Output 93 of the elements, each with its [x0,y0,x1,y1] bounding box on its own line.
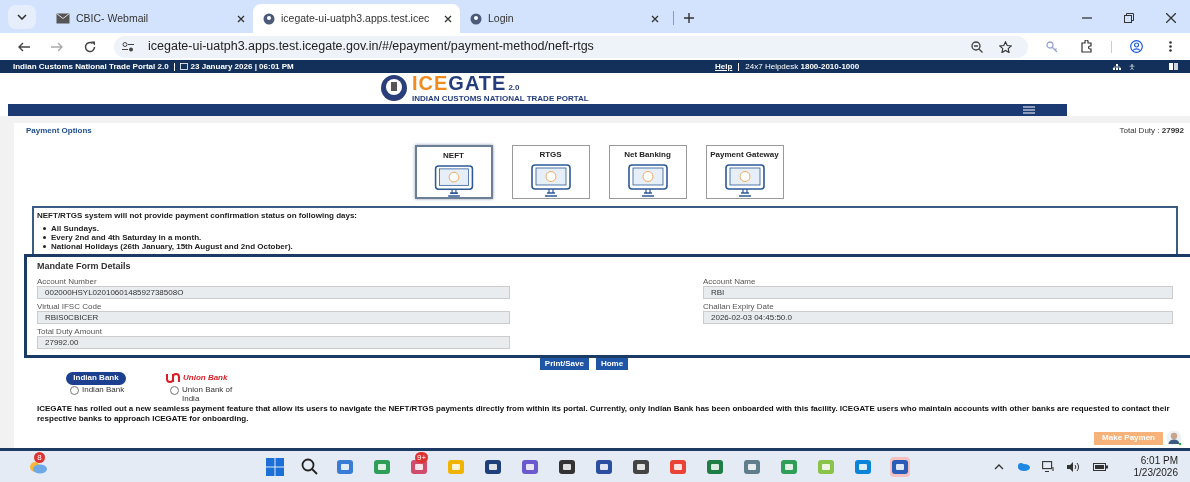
sitemap-icon[interactable] [1113,63,1121,70]
app-icon[interactable] [891,457,909,476]
app-icon[interactable] [558,457,576,476]
zoom-icon[interactable] [971,40,983,53]
info-paragraph: ICEGATE has rolled out a new seamless payment feature that allow its users to navigate the NEFT/RTGS payments directly from within its portal. Currently, only Indian Bank has been onboarded with this facility. ICEGATE users who maintain accounts with other banks are requested to contact their respective banks to approach ICEGATE for onboarding. [37,403,1170,424]
bank-logo-text: Union Bank [183,372,228,384]
menu-icon[interactable] [1023,106,1035,114]
browser-tab[interactable]: Login [460,4,667,33]
notification-badge: 9+ [415,451,429,463]
total-duty: Total Duty : 27992 [1119,125,1184,137]
field-label: Virtual IFSC Code [37,301,103,311]
text-field[interactable]: RBIS0CBICER [37,310,510,324]
notice-item: All Sundays. [51,222,99,233]
radio-button[interactable] [70,385,79,395]
notice-item: Every 2nd and 4th Saturday in a month. [51,232,202,242]
payment-option-tile[interactable]: RTGS [511,145,590,199]
battery-icon[interactable] [1092,462,1108,471]
notice-item: National Holidays (26th January, 15th August and 2nd October). [51,241,293,253]
monitor-icon [724,164,765,197]
portal-name: Indian Customs National Trade Portal 2.0 [13,60,169,73]
reload-icon[interactable] [84,40,96,53]
monitor-icon [433,165,474,197]
profile-icon[interactable] [1130,40,1143,53]
radio-button[interactable] [170,385,179,395]
payment-option-tile[interactable]: Net Banking [608,145,687,199]
chevron-up-icon[interactable] [993,463,1004,470]
accessibility-icon[interactable] [1129,63,1135,70]
radio-label: Union Bank of India [182,384,234,403]
payment-option-tile[interactable]: Payment Gateway [705,145,784,199]
help-link[interactable]: Help [715,60,733,73]
windows-logo-icon[interactable] [266,457,284,476]
close-icon[interactable] [651,14,659,23]
payment-option-tile[interactable]: NEFT [414,145,493,199]
notice-heading: NEFT/RTGS system will not provide payment confirmation status on following days: [37,210,359,222]
browser-tab[interactable]: CBIC- Webmail [46,4,253,33]
cloud-icon[interactable] [1015,462,1030,471]
app-icon[interactable] [595,457,613,476]
clock-time[interactable]: 6:01 PM [1140,454,1178,467]
app-icon[interactable] [484,457,502,476]
helpdesk-text: 24x7 Helpdesk 1800-2010-1000 [745,60,860,73]
bank-logo: Indian Bank [66,371,126,385]
clock-date[interactable]: 1/23/2026 [1133,466,1178,479]
text-field[interactable]: RBI [703,285,1173,299]
weather-icon[interactable] [28,460,48,474]
bullet-icon [43,245,46,248]
close-icon[interactable] [444,14,452,23]
new-tab-icon[interactable] [684,13,694,23]
chat-avatar-icon[interactable] [1166,430,1182,446]
notification-badge: 8 [34,452,45,463]
logo-tagline: INDIAN CUSTOMS NATIONAL TRADE PORTAL [412,94,589,103]
text-field[interactable]: 2026-02-03 04:45:50.0 [703,310,1173,324]
bullet-icon [43,227,46,230]
field-label: Challan Expiry Date [703,301,775,311]
tab-title: icegate-ui-uatph3.apps.test.icec [281,10,430,26]
monitor-icon [627,164,668,197]
browser-tab[interactable]: icegate-ui-uatph3.apps.test.icec [253,4,460,33]
field-label: Account Name [703,276,757,286]
emblem-icon [380,74,408,102]
tab-title: Login [488,10,514,26]
url-text: icegate-ui-uatph3.apps.test.icegate.gov.in/#/epayment/payment-method/neft-rtgs [148,38,594,56]
restore-icon[interactable] [1124,13,1134,23]
logo-version: 2.0 [508,83,520,92]
monitor-icon [530,164,571,197]
back-icon[interactable] [18,41,30,52]
section-title: Payment Options [26,125,92,137]
network-icon[interactable] [1041,461,1055,472]
tab-list-button[interactable] [8,5,36,29]
logo-text: ICEGATE [412,73,507,94]
globe-icon [263,12,275,25]
calendar-icon [179,63,188,70]
text-field[interactable]: 002000HSYL0201060148592738508O [37,285,510,299]
chevron-down-icon [17,14,27,20]
close-icon[interactable] [1166,13,1176,23]
extensions-icon[interactable] [1080,40,1093,53]
mail-icon [56,13,70,24]
app-icon[interactable] [632,457,650,476]
search-icon[interactable] [301,458,318,475]
close-icon[interactable] [237,14,245,23]
site-settings-icon[interactable] [122,41,134,52]
language-icon[interactable] [1169,63,1178,70]
address-bar[interactable]: icegate-ui-uatph3.apps.test.icegate.gov.in/#/epayment/payment-method/neft-rtgs [114,35,1028,58]
star-icon[interactable] [999,40,1012,53]
panel-title: Mandate Form Details [37,260,132,273]
date-time: 23 January 2026 | 06:01 PM [190,60,294,73]
field-label: Account Number [37,276,98,286]
bullet-icon [43,236,46,239]
text-field[interactable]: 27992.00 [37,335,510,349]
radio-label: Indian Bank [82,384,126,394]
tab-title: CBIC- Webmail [76,10,149,26]
more-icon[interactable] [1169,41,1172,52]
volume-icon[interactable] [1066,461,1081,472]
globe-icon [470,12,482,25]
field-label: Total Duty Amount [37,326,103,336]
